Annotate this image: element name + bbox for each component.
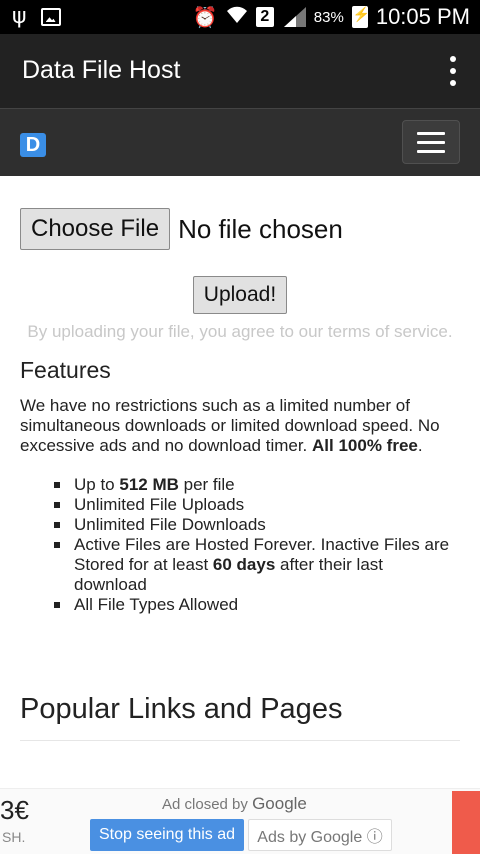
wifi-icon [226,5,248,30]
stop-seeing-ad-button[interactable]: Stop seeing this ad [90,819,244,851]
site-navbar: D [0,108,480,176]
battery-charging-icon [351,6,370,28]
features-list: Up to 512 MB per file Unlimited File Upl… [20,475,460,615]
file-status: No file chosen [178,213,343,244]
battery-percent: 83% [313,8,344,26]
hamburger-icon[interactable] [402,120,460,164]
ad-closed-label: Ad closed by Google [162,794,307,813]
sim-badge: 2 [255,7,274,27]
google-wordmark: Google [252,794,307,813]
features-paragraph: We have no restrictions such as a limite… [20,396,440,455]
usb-icon: ψ [12,4,27,29]
ad-left-sub: SH. [2,829,26,845]
ad-banner: 3€ SH. Ad closed by Google Stop seeing t… [0,788,480,854]
signal-icon [282,7,306,27]
list-item: Unlimited File Uploads [54,495,460,515]
list-item: Unlimited File Downloads [54,515,460,535]
app-bar: Data File Host [0,34,480,108]
site-logo[interactable]: D [20,133,46,157]
file-picker-row: Choose File No file chosen [20,208,460,250]
app-title: Data File Host [22,56,181,84]
alarm-icon: ⏰ [192,5,218,29]
divider [20,740,460,741]
ad-left-number: 3€ [0,795,29,825]
features-heading: Features [20,357,111,383]
choose-file-button[interactable]: Choose File [20,208,171,250]
clock: 10:05 PM [375,4,470,29]
overflow-menu-icon[interactable] [448,56,458,86]
upload-button[interactable]: Upload! [192,276,288,314]
ads-by-google-button[interactable]: Ads by Google ⓘ [248,819,392,851]
popular-links-heading: Popular Links and Pages [20,693,343,725]
list-item: All File Types Allowed [54,595,460,615]
status-bar: ψ ⏰ 2 83% 10:05 PM [0,0,480,34]
terms-notice: By uploading your file, you agree to our… [27,322,453,341]
image-icon [40,8,61,26]
main-content: Choose File No file chosen Upload! By up… [20,176,460,741]
ad-accent-panel [452,791,480,854]
list-item: Up to 512 MB per file [54,475,460,495]
list-item: Active Files are Hosted Forever. Inactiv… [54,535,460,595]
